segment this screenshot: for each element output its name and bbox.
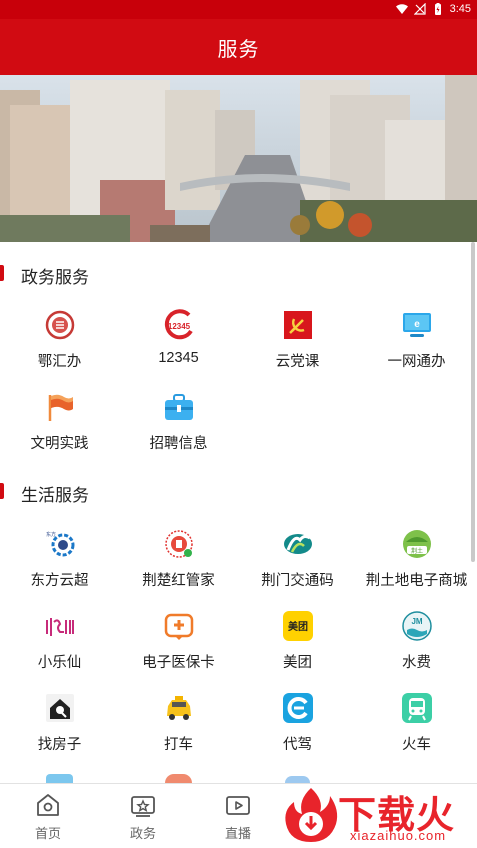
service-label: 云党课 xyxy=(275,354,320,370)
service-label: 荆楚红管家 xyxy=(142,573,215,589)
service-yiwangtongban[interactable]: e 一网通办 xyxy=(357,309,476,371)
service-designated-driver[interactable]: 代驾 xyxy=(238,692,357,754)
service-meituan[interactable]: 美团 美团 xyxy=(238,610,357,672)
section-accent-bar xyxy=(0,483,4,499)
service-label: 荆门交通码 xyxy=(261,573,334,589)
svg-text:12345: 12345 xyxy=(167,322,190,331)
live-video-icon xyxy=(226,796,250,815)
service-label: 12345 xyxy=(158,350,199,366)
service-jingchu-guanjia[interactable]: 荆楚红管家 xyxy=(119,528,238,590)
xiaolexian-icon xyxy=(45,618,74,636)
tab-label: 首页 xyxy=(34,826,61,841)
home-icon xyxy=(37,794,59,816)
partial-row-icon xyxy=(46,774,73,783)
service-list[interactable]: 政务服务 鄂汇办 12345 12345 云党课 e 一网通办 文明实践 招聘信… xyxy=(0,242,477,783)
tab-home[interactable]: 首页 xyxy=(13,792,83,842)
service-label: 招聘信息 xyxy=(149,436,208,452)
ehuiban-icon xyxy=(45,310,74,340)
section-title-life: 生活服务 xyxy=(21,486,89,505)
service-land-mall[interactable]: 荆土 荆土地电子商城 xyxy=(357,528,476,590)
party-flag-icon xyxy=(283,311,312,339)
service-medical-card[interactable]: 电子医保卡 xyxy=(119,610,238,672)
watermark-url: xiazaihuo.com xyxy=(350,828,447,843)
section-accent-bar xyxy=(0,265,4,281)
tab-label: 直播 xyxy=(224,826,251,841)
service-xiaolexian[interactable]: 小乐仙 xyxy=(0,610,119,672)
no-signal-icon xyxy=(413,3,426,15)
svg-text:荆土: 荆土 xyxy=(410,547,422,555)
section-title-government: 政务服务 xyxy=(21,268,89,287)
tab-label: 政务 xyxy=(129,826,156,841)
service-label: 水费 xyxy=(402,655,431,671)
status-bar: 3:45 xyxy=(0,0,477,19)
service-water-bill[interactable]: JM 水费 xyxy=(357,610,476,672)
service-traffic-code[interactable]: 荆门交通码 xyxy=(238,528,357,590)
page-title: 服务 xyxy=(217,38,260,61)
fire-logo-icon xyxy=(285,788,338,842)
service-label: 文明实践 xyxy=(30,436,89,452)
service-dongfang-yunchao[interactable]: 东方 东方云超 xyxy=(0,528,119,590)
status-time: 3:45 xyxy=(449,3,471,15)
battery-icon xyxy=(434,3,441,15)
service-12345[interactable]: 12345 12345 xyxy=(119,309,238,366)
service-label: 找房子 xyxy=(37,737,82,753)
meituan-icon: 美团 xyxy=(282,611,313,641)
service-label: 美团 xyxy=(283,655,312,671)
service-label: 小乐仙 xyxy=(37,655,82,671)
service-wenming[interactable]: 文明实践 xyxy=(0,391,119,453)
computer-monitor-icon: e xyxy=(402,313,431,337)
service-label: 打车 xyxy=(164,737,193,753)
service-taxi[interactable]: 打车 xyxy=(119,692,238,754)
svg-text:美团: 美团 xyxy=(288,620,308,633)
taxi-icon xyxy=(166,696,191,720)
service-yundangke[interactable]: 云党课 xyxy=(238,309,357,371)
designated-driver-icon xyxy=(282,693,313,723)
dongfang-yunchao-icon: 东方 xyxy=(43,530,74,557)
scrollbar[interactable] xyxy=(471,242,475,562)
hotline-12345-icon: 12345 xyxy=(164,309,193,340)
partial-row-icon xyxy=(165,774,192,783)
land-mall-icon: 荆土 xyxy=(402,530,431,558)
svg-text:JM: JM xyxy=(411,617,422,626)
service-ehuiban[interactable]: 鄂汇办 xyxy=(0,309,119,371)
jingchu-housekeeper-icon xyxy=(164,530,193,558)
service-label: 代驾 xyxy=(283,737,312,753)
traffic-code-icon xyxy=(283,534,312,554)
government-icon xyxy=(131,796,155,817)
watermark: 下载火 xiazaihuo.com xyxy=(280,781,477,848)
wifi-icon xyxy=(395,4,408,14)
house-search-icon xyxy=(45,694,74,722)
banner-image[interactable] xyxy=(0,75,477,242)
tab-government[interactable]: 政务 xyxy=(108,792,178,842)
svg-text:e: e xyxy=(414,319,420,330)
city-skyline-image xyxy=(0,75,477,242)
service-house-search[interactable]: 找房子 xyxy=(0,692,119,754)
medical-card-icon xyxy=(164,613,193,640)
train-icon xyxy=(401,693,432,723)
service-label: 荆土地电子商城 xyxy=(365,573,468,589)
service-label: 一网通办 xyxy=(387,354,446,370)
app-bar: 服务 xyxy=(0,19,477,75)
tab-live[interactable]: 直播 xyxy=(203,792,273,842)
service-label: 电子医保卡 xyxy=(142,655,215,671)
service-label: 火车 xyxy=(402,737,431,753)
service-zhaopin[interactable]: 招聘信息 xyxy=(119,391,238,453)
service-train[interactable]: 火车 xyxy=(357,692,476,754)
service-label: 东方云超 xyxy=(30,573,89,589)
briefcase-icon xyxy=(164,394,193,420)
svg-text:东方: 东方 xyxy=(45,531,55,538)
water-bill-icon: JM xyxy=(401,611,432,641)
service-label: 鄂汇办 xyxy=(37,354,82,370)
red-flag-icon xyxy=(48,394,73,421)
